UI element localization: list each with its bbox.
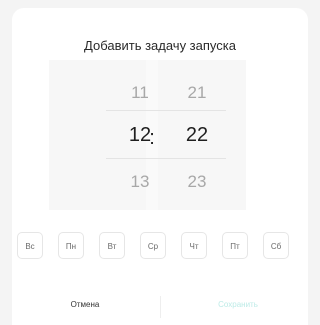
weekday-sunday-button[interactable]: Вс <box>17 232 43 259</box>
cancel-button[interactable]: Отмена <box>35 300 135 309</box>
minute-above[interactable]: 21 <box>175 83 219 103</box>
weekday-friday-button[interactable]: Пт <box>222 232 248 259</box>
hour-below[interactable]: 13 <box>118 172 162 192</box>
weekday-tuesday-button[interactable]: Вт <box>99 232 125 259</box>
dialog-title: Добавить задачу запуска <box>84 38 236 53</box>
weekday-thursday-button[interactable]: Чт <box>181 232 207 259</box>
weekday-wednesday-button[interactable]: Ср <box>140 232 166 259</box>
minute-below[interactable]: 23 <box>175 172 219 192</box>
time-colon: : <box>149 127 155 149</box>
save-button[interactable]: Сохранить <box>188 300 288 309</box>
selection-line-bottom <box>106 158 226 159</box>
weekday-monday-button[interactable]: Пн <box>58 232 84 259</box>
hour-above[interactable]: 11 <box>118 83 162 103</box>
minute-selected[interactable]: 22 <box>175 124 219 147</box>
footer-divider <box>160 296 161 318</box>
weekday-saturday-button[interactable]: Сб <box>263 232 289 259</box>
selection-line-top <box>106 110 226 111</box>
